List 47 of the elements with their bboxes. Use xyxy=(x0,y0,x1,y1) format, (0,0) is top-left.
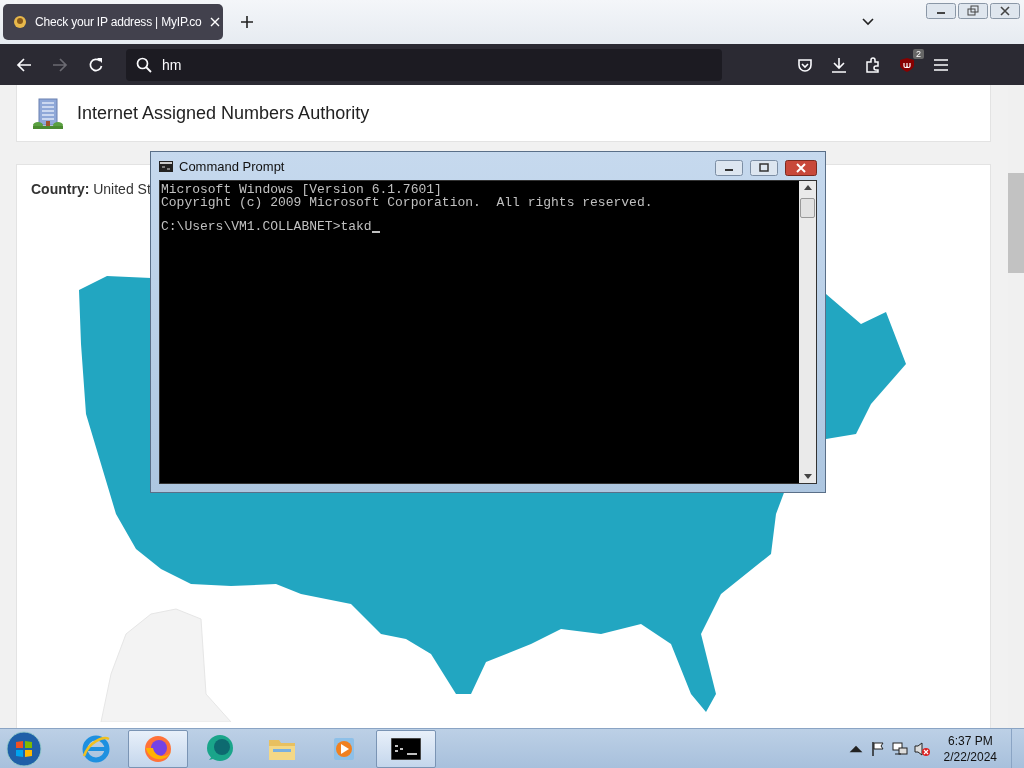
maximize-icon[interactable] xyxy=(750,160,778,176)
scroll-down-icon[interactable] xyxy=(803,474,812,479)
window-title: Command Prompt xyxy=(179,158,285,174)
browser-tab[interactable]: Check your IP address | MyIP.co xyxy=(3,4,223,40)
close-icon[interactable] xyxy=(785,160,817,176)
reload-icon[interactable] xyxy=(88,56,104,73)
start-button[interactable] xyxy=(6,730,42,767)
console-line: Copyright (c) 2009 Microsoft Corporation. All rights reserved. xyxy=(161,196,654,209)
organization-name: Internet Assigned Numbers Authority xyxy=(77,102,370,124)
scroll-thumb[interactable] xyxy=(1008,173,1024,273)
chevron-icon[interactable] xyxy=(862,18,874,26)
clock-time: 6:37 PM xyxy=(947,732,993,749)
fox-globe-icon xyxy=(143,733,173,764)
new-tab-icon[interactable] xyxy=(241,16,253,28)
round-app-icon xyxy=(205,733,235,764)
speaker-muted-icon[interactable] xyxy=(913,740,930,757)
shield-icon[interactable] xyxy=(899,56,915,73)
taskbar-button[interactable] xyxy=(128,729,188,768)
scroll-up-icon[interactable] xyxy=(803,185,812,190)
console-taskbar-button[interactable] xyxy=(376,729,436,768)
flag-icon[interactable] xyxy=(869,740,886,757)
restore-icon[interactable] xyxy=(958,3,988,19)
console-icon xyxy=(391,737,421,760)
search-icon xyxy=(136,56,152,73)
back-icon[interactable] xyxy=(16,56,32,73)
building-icon xyxy=(33,97,63,129)
minimize-icon[interactable] xyxy=(715,160,743,176)
extension-badge: 2 xyxy=(913,48,924,59)
minimize-icon[interactable] xyxy=(926,3,956,19)
puzzle-icon[interactable] xyxy=(865,56,881,73)
clock[interactable]: 6:37 PM 2/22/2024 xyxy=(943,732,997,765)
url-field[interactable]: hm xyxy=(126,48,722,81)
console-line: Microsoft Windows [Version 6.1.7601] xyxy=(161,184,443,197)
scroll-thumb[interactable] xyxy=(800,198,815,218)
favicon-icon xyxy=(13,15,27,29)
tab-title: Check your IP address | MyIP.co xyxy=(35,15,202,29)
scrollbar[interactable] xyxy=(799,181,816,483)
text-cursor xyxy=(371,230,380,233)
console-icon xyxy=(159,160,173,172)
console-prompt: C:\Users\VM1.COLLABNET>takd xyxy=(161,221,372,234)
pocket-icon[interactable] xyxy=(797,56,813,73)
download-icon[interactable] xyxy=(831,56,847,73)
network-icon[interactable] xyxy=(891,740,908,757)
globe-e-icon xyxy=(81,733,111,764)
menu-icon[interactable] xyxy=(933,56,949,73)
close-icon[interactable] xyxy=(990,3,1020,19)
clock-date: 2/22/2024 xyxy=(943,748,997,765)
